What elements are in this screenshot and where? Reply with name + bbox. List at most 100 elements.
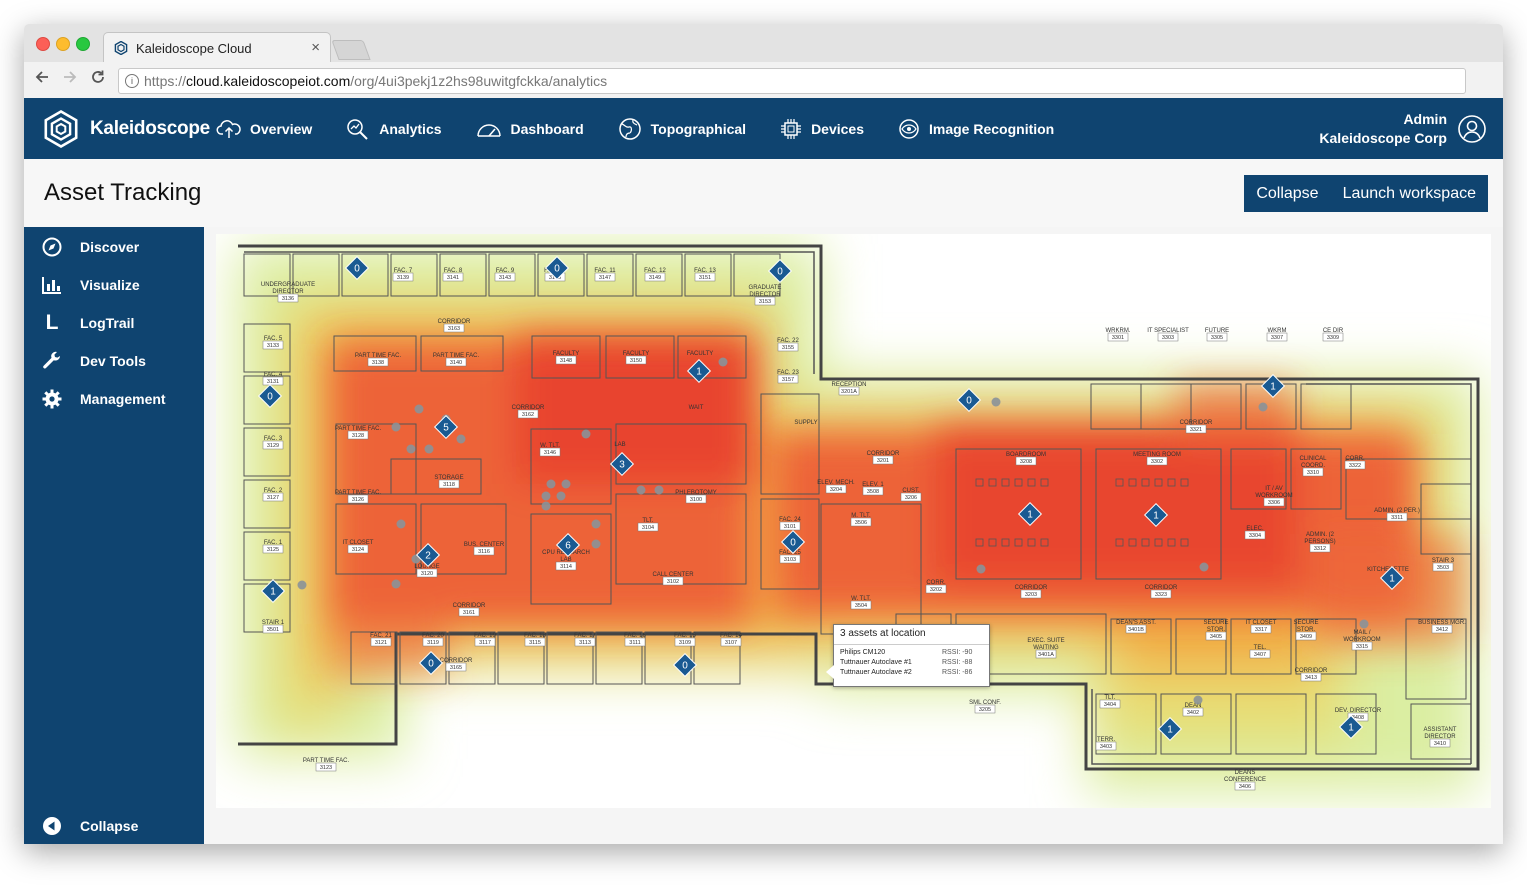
asset-dot — [396, 519, 406, 529]
nav-topographical[interactable]: Topographical — [617, 117, 746, 141]
room-number: 3147 — [599, 275, 611, 281]
url-field[interactable]: i https://cloud.kaleidoscopeiot.com/org/… — [118, 68, 1466, 94]
room-name: FACULTY — [687, 351, 714, 357]
room-label: FAC. 13125 — [262, 540, 284, 554]
marker-count: 5 — [443, 423, 449, 434]
tooltip-asset-name: Philips CM120 — [840, 649, 886, 656]
room-label: FAC. 193117 — [474, 633, 496, 647]
asset-dot — [1258, 402, 1268, 412]
launch-workspace-button[interactable]: Launch workspace — [1331, 185, 1488, 203]
room-label: FAC. 133151 — [694, 268, 716, 282]
sidebar-item-logtrail[interactable]: L LogTrail — [40, 311, 135, 334]
collapse-button[interactable]: Collapse — [1244, 185, 1330, 203]
room-label: FAC. 213121 — [370, 633, 392, 647]
nav-image-recognition-label: Image Recognition — [929, 120, 1055, 137]
sidebar-item-visualize[interactable]: Visualize — [40, 275, 140, 295]
site-info-icon[interactable]: i — [125, 74, 139, 88]
floorplan-svg[interactable]: UNDERGRADUATEDIRECTOR3136FAC. 73139FAC. … — [216, 234, 1491, 808]
maximize-window-button[interactable] — [76, 37, 90, 51]
logtrail-icon: L — [45, 311, 59, 334]
floorplan-heatmap[interactable]: UNDERGRADUATE DIRECTOR 3136 FAC. 7 3139 FAC. … — [216, 234, 1491, 808]
title-bar: Kaleidoscope Cloud × — [24, 24, 1503, 63]
tooltip-asset-name: Tuttnauer Autoclave #2 — [840, 669, 912, 676]
url-path: /org/4ui3pekj1z2hs98uwitgfckka/analytics — [350, 73, 608, 89]
room-number: 3101 — [784, 524, 796, 530]
sidebar-item-dev-tools[interactable]: Dev Tools — [40, 351, 146, 371]
nav-overview[interactable]: Overview — [216, 117, 312, 141]
room-number: 3139 — [397, 275, 409, 281]
tooltip-asset-name: Tuttnauer Autoclave #1 — [840, 659, 912, 666]
room-number: 3140 — [450, 360, 462, 366]
room-label: FACULTY3150 — [623, 351, 649, 365]
sidebar-item-management[interactable]: Management — [40, 389, 166, 409]
room-number: 3102 — [667, 579, 679, 585]
nav-analytics[interactable]: Analytics — [345, 117, 442, 141]
sidebar-item-label: Discover — [80, 239, 140, 255]
brand-name: Kaleidoscope — [90, 118, 210, 139]
forward-arrow-icon[interactable] — [62, 69, 78, 85]
nav-dashboard[interactable]: Dashboard — [475, 117, 584, 141]
room-number: 3127 — [267, 495, 279, 501]
reload-icon[interactable] — [90, 69, 106, 85]
sidebar-collapse-button[interactable]: Collapse — [40, 816, 138, 836]
room-name: SUPPLY — [794, 420, 817, 426]
room-number: 3504 — [855, 603, 867, 609]
room-label: FAC. 93143 — [494, 268, 516, 282]
room-number: 3149 — [649, 275, 661, 281]
collapse-circle-icon — [43, 817, 61, 835]
nav-image-recognition[interactable]: Image Recognition — [897, 117, 1054, 141]
room-number: 3413 — [1305, 675, 1317, 681]
header-button-group: Collapse Launch workspace — [1244, 175, 1488, 212]
room-number: 3100 — [690, 497, 702, 503]
main-nav: Overview Analytics Dashboard Topographic… — [216, 98, 1087, 159]
room-number: 3203 — [1025, 592, 1037, 598]
tab-close-icon[interactable]: × — [311, 39, 320, 56]
room-number: 3323 — [1155, 592, 1167, 598]
compass-icon — [42, 237, 62, 257]
room-label: FAC. 173113 — [574, 633, 596, 647]
room-name: ASSISTANT — [1424, 727, 1457, 733]
room-label: DEAN3402 — [1182, 703, 1204, 717]
nav-dashboard-label: Dashboard — [510, 120, 584, 137]
sidebar-item-discover[interactable]: Discover — [40, 237, 139, 257]
room-number: 3406 — [1239, 784, 1251, 790]
room-number: 3303 — [1162, 335, 1174, 341]
room-number: 3315 — [1356, 644, 1368, 650]
back-arrow-icon[interactable] — [34, 69, 50, 85]
room-number: 3304 — [1249, 533, 1261, 539]
room-number: 3161 — [463, 610, 475, 616]
close-window-button[interactable] — [36, 37, 50, 51]
user-menu[interactable]: Admin Kaleidoscope Corp — [1319, 110, 1487, 148]
room-number: 3503 — [1437, 565, 1449, 571]
room-number: 3120 — [421, 571, 433, 577]
room-name: ADMIN. (2 — [1306, 532, 1335, 538]
room-label: FAC. 153109 — [674, 633, 696, 647]
room-name: GRADUATE — [749, 285, 782, 291]
room-number: 3155 — [782, 345, 794, 351]
asset-dot — [541, 491, 551, 501]
sidebar: Discover Visualize L LogTrail Dev Tools … — [24, 227, 204, 844]
room-number: 3206 — [905, 495, 917, 501]
minimize-window-button[interactable] — [56, 37, 70, 51]
nav-devices[interactable]: Devices — [779, 117, 864, 141]
room-number: 3114 — [560, 564, 572, 570]
asset-dot — [718, 357, 728, 367]
marker-count: 0 — [790, 538, 796, 549]
globe-icon — [618, 117, 641, 140]
room-number: 3165 — [450, 665, 462, 671]
room-number: 3150 — [630, 358, 642, 364]
room-number: 3131 — [267, 379, 279, 385]
room-label: FAC. 253103 — [779, 550, 801, 564]
room-number: 3307 — [1271, 335, 1283, 341]
sidebar-item-label: LogTrail — [80, 315, 135, 331]
marker-count: 0 — [428, 659, 434, 670]
new-tab-button[interactable] — [331, 40, 371, 60]
room-label: CORR.3202 — [925, 580, 947, 594]
room-label: FAC. 143107 — [720, 633, 742, 647]
brand-logo[interactable]: Kaleidoscope — [42, 109, 210, 149]
user-avatar-icon[interactable] — [1457, 114, 1487, 144]
browser-tab[interactable]: Kaleidoscope Cloud × — [103, 32, 331, 63]
app-navbar: Kaleidoscope Overview Analytics Dashboar… — [24, 98, 1503, 159]
room-name: SECURE — [1203, 620, 1228, 626]
room-label: WAIT — [689, 405, 704, 411]
